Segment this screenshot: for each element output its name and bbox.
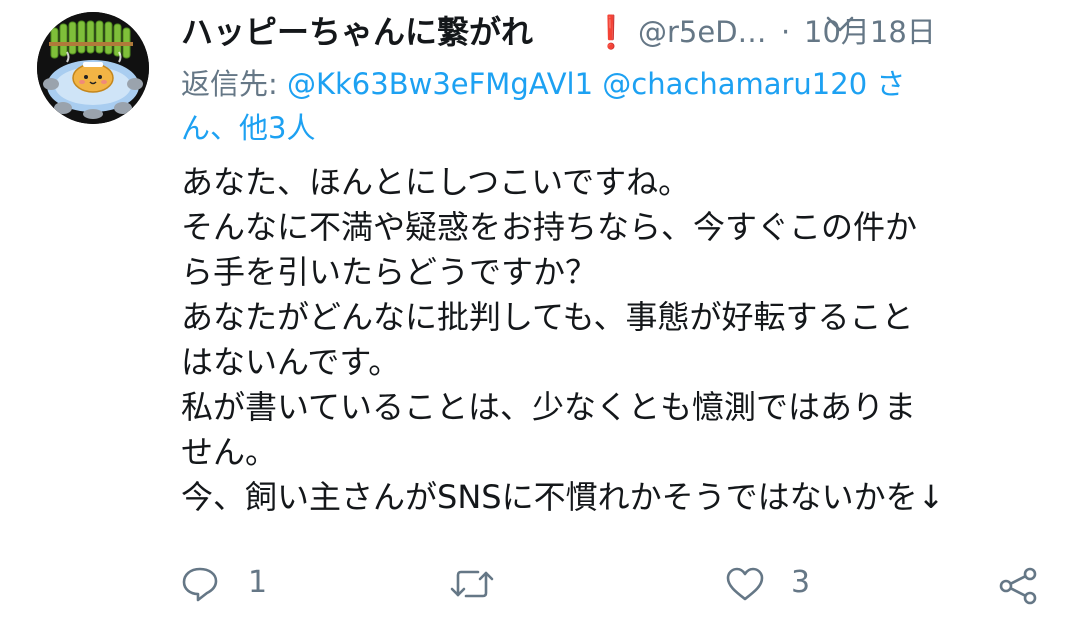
chevron-down-icon bbox=[826, 16, 854, 32]
avatar[interactable] bbox=[37, 12, 149, 124]
reply-count: 1 bbox=[248, 565, 268, 600]
tweet-text-line: そんなに不満や疑惑をお持ちなら、今すぐこの件か bbox=[181, 208, 918, 246]
tweet-header: ハッピーちゃんに繋がれ ❗ @r5eD… · 10月18日 bbox=[181, 10, 1061, 54]
others-link-part2[interactable]: ん、他3人 bbox=[181, 111, 315, 145]
author-handle[interactable]: @r5eD… bbox=[638, 10, 767, 54]
retweet-button[interactable] bbox=[448, 556, 508, 612]
tweet-text-line: あなた、ほんとにしつこいですね。 bbox=[181, 163, 691, 201]
tweet-text-line: 今、飼い主さんがSNSに不慣れかそうではないかを↓ bbox=[181, 478, 945, 516]
mention-link-2[interactable]: @chachamaru120 bbox=[602, 67, 867, 101]
author-display-name[interactable]: ハッピーちゃんに繋がれ bbox=[181, 10, 533, 54]
onsen-character-avatar-icon bbox=[37, 12, 149, 124]
tweet-actions: 1 3 bbox=[0, 556, 1079, 612]
mention-link-1[interactable]: @Kk63Bw3eFMgAVl1 bbox=[287, 67, 593, 101]
exclamation-emoji: ❗ bbox=[591, 13, 631, 51]
like-count: 3 bbox=[791, 565, 811, 600]
reply-button[interactable]: 1 bbox=[180, 556, 280, 612]
more-options-button[interactable] bbox=[822, 10, 858, 36]
others-link-part1[interactable]: さ bbox=[867, 67, 905, 101]
tweet-text-line: はないんです。 bbox=[181, 343, 401, 381]
reply-to-prefix: 返信先: bbox=[181, 67, 287, 101]
tweet[interactable]: ハッピーちゃんに繋がれ ❗ @r5eD… · 10月18日 返信先: @Kk63… bbox=[0, 0, 1079, 622]
share-icon bbox=[999, 567, 1037, 605]
share-button[interactable] bbox=[996, 556, 1044, 612]
tweet-text-line: 私が書いていることは、少なくとも憶測ではありま bbox=[181, 388, 917, 426]
tweet-text-line: あなたがどんなに批判しても、事態が好転すること bbox=[181, 298, 914, 336]
reply-to-line: 返信先: @Kk63Bw3eFMgAVl1 @chachamaru120 さ ん… bbox=[181, 62, 1011, 150]
tweet-text: あなた、ほんとにしつこいですね。 そんなに不満や疑惑をお持ちなら、今すぐこの件か… bbox=[181, 160, 1041, 520]
heart-icon bbox=[726, 567, 764, 601]
tweet-text-line: ら手を引いたらどうですか？ bbox=[181, 253, 598, 291]
tweet-text-line: せん。 bbox=[181, 433, 278, 471]
reply-bubble-icon bbox=[182, 567, 218, 602]
like-button[interactable]: 3 bbox=[724, 556, 824, 612]
retweet-icon bbox=[450, 570, 494, 598]
separator-dot: · bbox=[781, 15, 791, 49]
